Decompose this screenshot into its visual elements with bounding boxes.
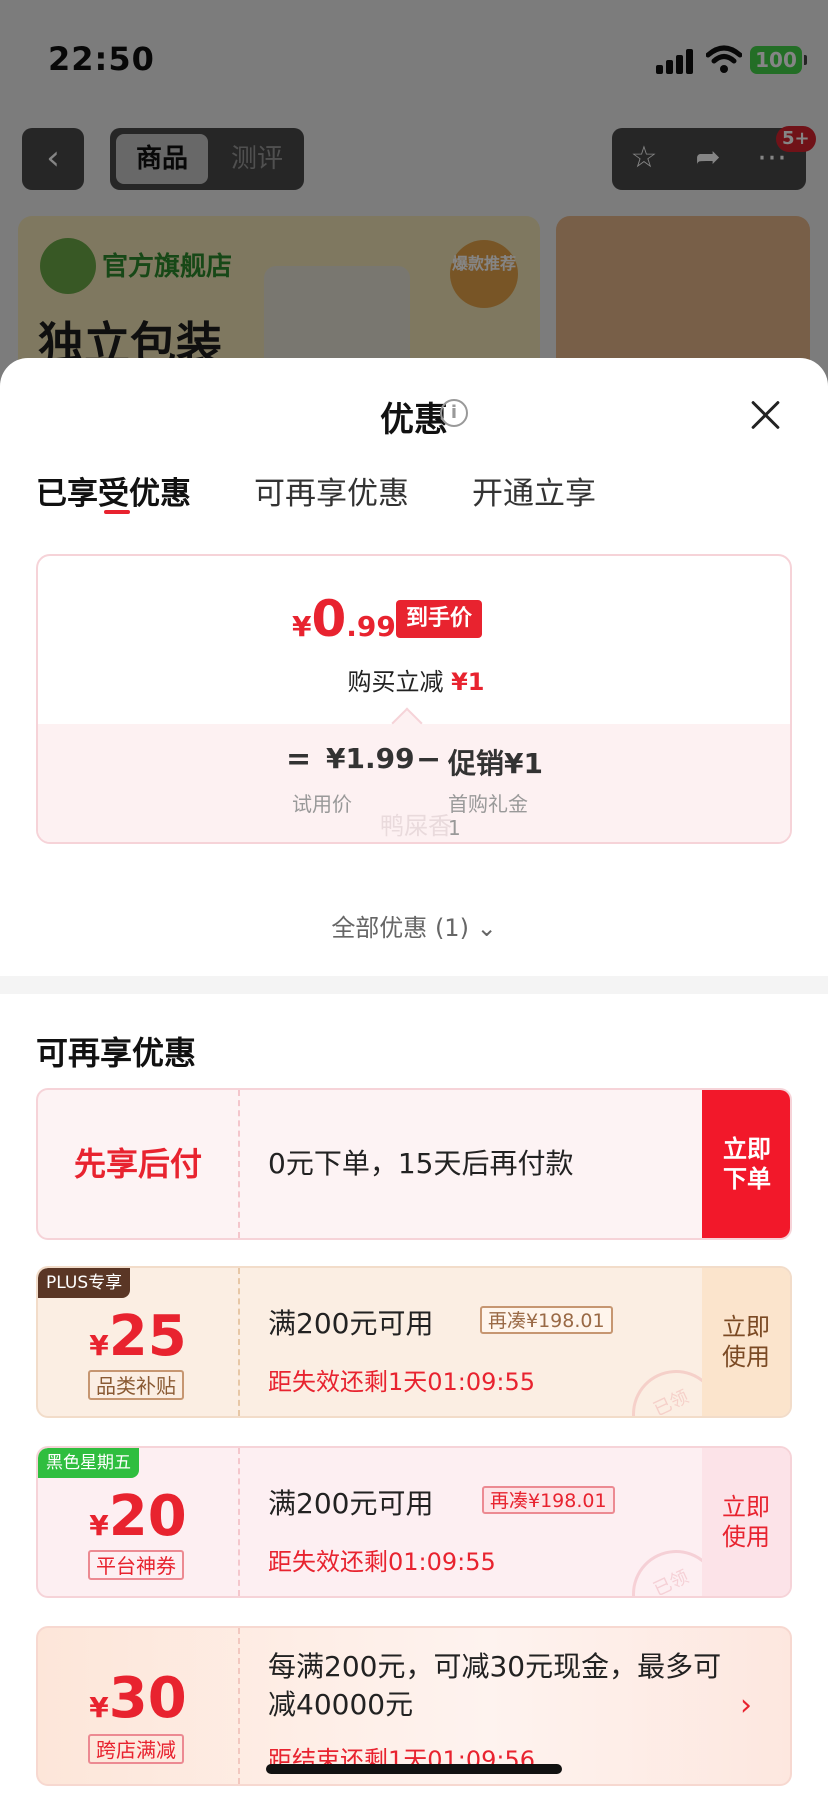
coupon-amount: ¥20 (38, 1484, 238, 1549)
promotions-sheet: 优惠 i 已享受优惠 可再享优惠 开通立享 ¥0.99 到手价 购买立减 ¥1 … (0, 358, 828, 1793)
final-price-decimal: .99 (346, 610, 396, 643)
sheet-title: 优惠 (380, 400, 448, 440)
pay-later-desc: 0元下单，15天后再付款 (268, 1147, 574, 1180)
coupon-currency: ¥ (89, 1329, 109, 1362)
coupon-amount: ¥30 (38, 1666, 238, 1731)
use-now-button[interactable]: 立即 使用 (702, 1268, 790, 1416)
dim-overlay[interactable] (0, 0, 828, 400)
coupon-condition: 满200元可用 (268, 1307, 434, 1340)
coupon-expire: 距失效还剩01:09:55 (268, 1548, 496, 1576)
coupon-currency: ¥ (89, 1509, 109, 1542)
coupon-type: 平台神券 (88, 1550, 184, 1580)
coupon-condition: 满200元可用 (268, 1487, 434, 1520)
trial-price: ¥1.99 (326, 742, 415, 775)
formula-minus: − (416, 742, 442, 777)
final-price-tag: 到手价 (396, 600, 483, 638)
tab-more-available[interactable]: 可再享优惠 (254, 468, 409, 513)
watermark-text: 鸭屎香 (380, 812, 452, 840)
coupon-remaining: 再凑¥198.01 (482, 1486, 615, 1514)
instant-cut-label: 购买立减 (347, 668, 444, 696)
coupon-tag: 黑色星期五 (38, 1448, 139, 1478)
coupon-value: 30 (108, 1666, 187, 1731)
use-now-button[interactable]: 立即 使用 (702, 1448, 790, 1596)
price-formula: = ¥1.99 − 促销¥1 (38, 742, 790, 782)
instant-cut: 购买立减 ¥1 (38, 662, 790, 697)
coupon-tag: PLUS专享 (38, 1268, 131, 1298)
coupon-condition: 每满200元，可减30元现金，最多可减40000元 (268, 1650, 722, 1721)
promotion-tabs: 已享受优惠 可再享优惠 开通立享 (0, 468, 828, 528)
tab-enjoyed[interactable]: 已享受优惠 (36, 468, 191, 513)
info-icon[interactable]: i (440, 399, 468, 427)
order-now-line-2: 下单 (723, 1165, 771, 1193)
order-now-button[interactable]: 立即 下单 (702, 1090, 790, 1238)
coupon-expire: 距失效还剩1天01:09:55 (268, 1368, 536, 1396)
row-divider (238, 1090, 240, 1238)
section-title: 可再享优惠 (36, 1034, 197, 1072)
use-now-line-1: 立即 (722, 1493, 770, 1521)
use-now-line-1: 立即 (722, 1313, 770, 1341)
row-divider (238, 1448, 240, 1596)
coupon-amount: ¥25 (38, 1304, 238, 1369)
coupon-plus[interactable]: PLUS专享 ¥25 品类补贴 满200元可用 再凑¥198.01 距失效还剩1… (36, 1266, 792, 1418)
active-tab-indicator (104, 510, 130, 514)
coupon-value: 25 (108, 1304, 187, 1369)
use-now-line-2: 使用 (722, 1523, 770, 1551)
coupon-type: 品类补贴 (88, 1370, 184, 1400)
close-icon[interactable] (744, 394, 788, 438)
section-separator (0, 976, 828, 994)
final-price-int: 0 (311, 590, 347, 648)
pay-later-row[interactable]: 先享后付 0元下单，15天后再付款 立即 下单 (36, 1088, 792, 1240)
coupon-type: 跨店满减 (88, 1734, 184, 1764)
price-card: ¥0.99 到手价 购买立减 ¥1 = ¥1.99 − 促销¥1 试用价 首购礼… (36, 554, 792, 844)
tab-activate[interactable]: 开通立享 (472, 468, 596, 513)
coupon-value: 20 (108, 1484, 187, 1549)
row-divider (238, 1268, 240, 1416)
formula-equals: = (286, 742, 312, 777)
coupon-currency: ¥ (89, 1691, 109, 1724)
row-divider (238, 1628, 240, 1784)
home-indicator[interactable] (266, 1764, 562, 1774)
final-price-currency: ¥ (292, 610, 312, 643)
coupon-remaining: 再凑¥198.01 (480, 1306, 613, 1334)
chevron-right-icon[interactable]: › (702, 1628, 790, 1784)
coupon-cross-store[interactable]: ¥30 跨店满减 每满200元，可减30元现金，最多可减40000元 距结束还剩… (36, 1626, 792, 1786)
chevron-down-icon: ⌄ (476, 914, 497, 942)
all-promotions-label: 全部优惠 (1) (331, 914, 469, 942)
order-now-line-1: 立即 (723, 1135, 771, 1163)
all-promotions-toggle[interactable]: 全部优惠 (1) ⌄ (0, 908, 828, 943)
final-price: ¥0.99 (292, 590, 396, 648)
pay-later-label: 先享后付 (73, 1145, 202, 1183)
promo-amount: 促销¥1 (448, 747, 543, 780)
instant-cut-value: ¥1 (451, 668, 485, 696)
use-now-line-2: 使用 (722, 1343, 770, 1371)
coupon-black-friday[interactable]: 黑色星期五 ¥20 平台神券 满200元可用 再凑¥198.01 距失效还剩01… (36, 1446, 792, 1598)
